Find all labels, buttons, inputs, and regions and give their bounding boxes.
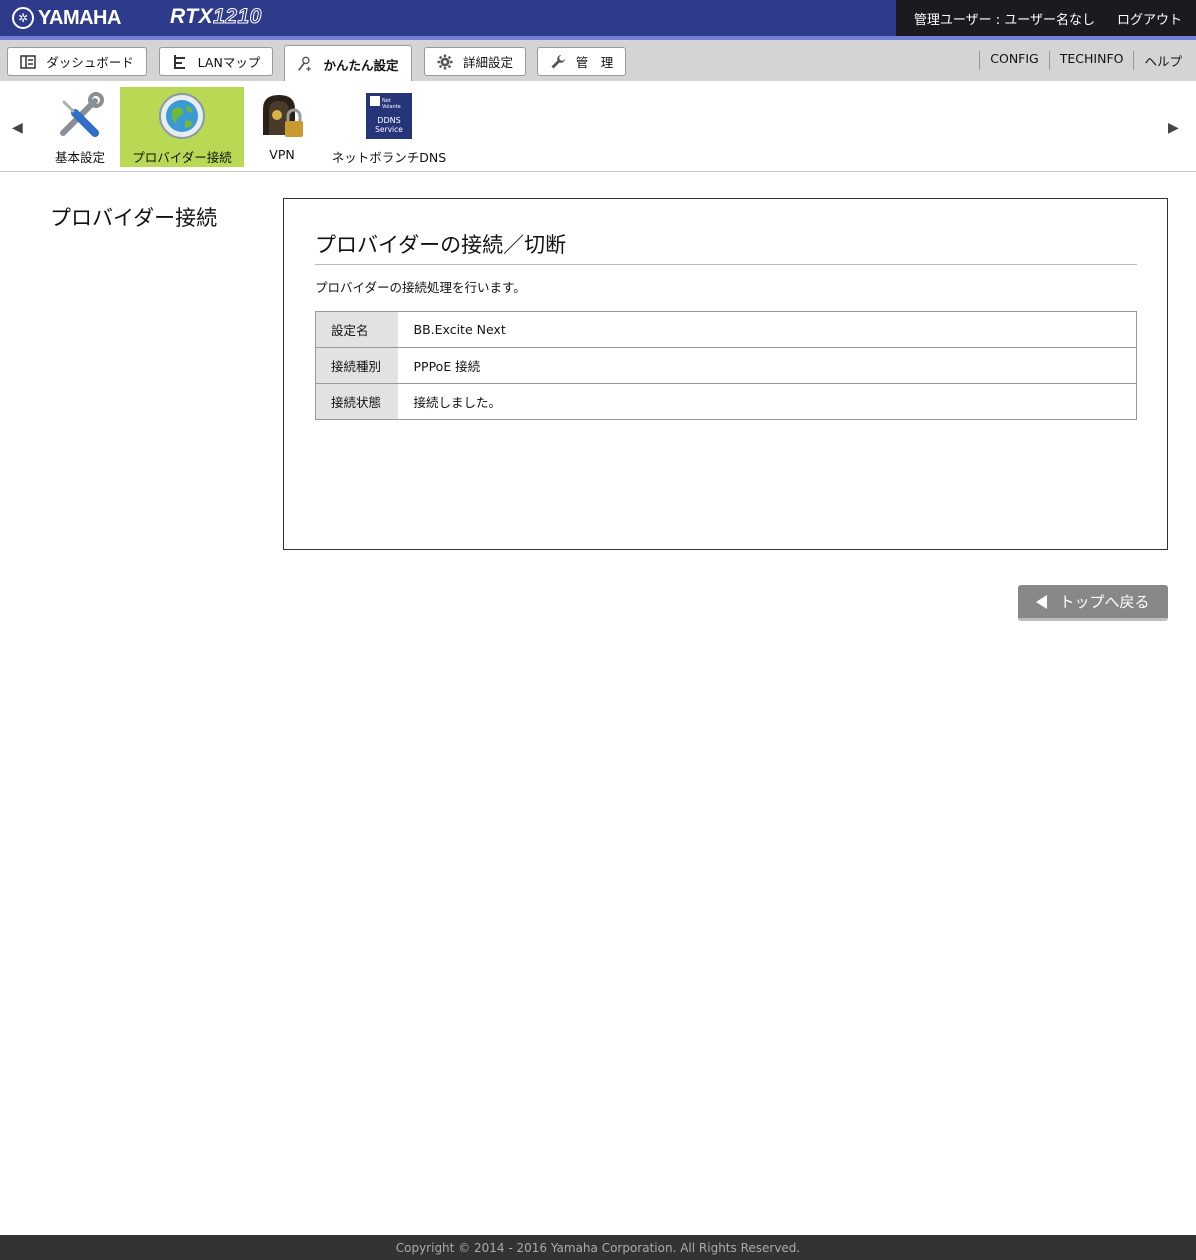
section-title: プロバイダー接続	[50, 206, 218, 230]
ddns-service-icon: Net Volante DDNS Service	[364, 91, 414, 141]
tab-label: LANマップ	[197, 55, 261, 70]
lan-map-icon	[172, 54, 188, 70]
utility-links: CONFIG TECHINFO ヘルプ	[979, 51, 1182, 70]
back-button-label: トップへ戻る	[1059, 593, 1150, 611]
tab-label: 詳細設定	[462, 55, 513, 70]
submenu-item-vpn[interactable]: VPN	[248, 87, 316, 167]
submenu-next-arrow[interactable]: ▶	[1168, 120, 1179, 136]
easy-setup-icon	[297, 56, 313, 72]
gear-icon	[437, 54, 453, 70]
back-arrow-icon	[1036, 594, 1048, 609]
model-number: 1210	[213, 5, 262, 29]
submenu-item-basic-settings[interactable]: 基本設定	[40, 87, 120, 167]
model-prefix: RTX	[170, 5, 214, 28]
submenu-item-provider-connection[interactable]: プロバイダー接続	[120, 87, 244, 167]
ddns-icon-ddns: DDNS	[377, 116, 400, 125]
yamaha-logo: ✲ YAMAHA	[12, 6, 121, 30]
row-value: PPPoE 接続	[397, 347, 1137, 384]
tab-label: 管 理	[575, 55, 614, 70]
title-divider	[315, 264, 1137, 265]
model-name: RTX1210	[170, 5, 262, 29]
tools-icon	[55, 91, 105, 141]
ddns-icon-volante: Volante	[382, 104, 401, 110]
connection-info-table: 設定名 BB.Excite Next 接続種別 PPPoE 接続 接続状態 接続…	[315, 311, 1137, 420]
tab-management[interactable]: 管 理	[537, 47, 626, 76]
submenu-item-netvolante-dns[interactable]: Net Volante DDNS Service ネットボランチDNS	[326, 87, 452, 167]
panel-description: プロバイダーの接続処理を行います。	[315, 280, 526, 295]
submenu-label: 基本設定	[54, 150, 105, 165]
tab-easy-setup[interactable]: かんたん設定	[284, 45, 412, 82]
table-row: 接続種別 PPPoE 接続	[315, 347, 1137, 384]
user-status: 管理ユーザー : ユーザー名なし	[913, 12, 1095, 28]
tab-label: かんたん設定	[323, 57, 399, 73]
dashboard-icon	[20, 54, 36, 70]
brand-name: YAMAHA	[38, 6, 121, 29]
easy-setup-submenu: ◀ 基本設定 プロバイダー接続 VPN Net Volante DDNS Ser…	[0, 81, 1196, 172]
table-row: 接続状態 接続しました。	[315, 383, 1137, 420]
panel-title: プロバイダーの接続／切断	[315, 233, 567, 257]
copyright-text: Copyright © 2014 - 2016 Yamaha Corporati…	[395, 1240, 801, 1255]
globe-icon	[157, 91, 207, 141]
yamaha-tuning-fork-icon: ✲	[12, 7, 34, 29]
back-to-top-button[interactable]: トップへ戻る	[1018, 585, 1168, 621]
tab-dashboard[interactable]: ダッシュボード	[7, 47, 147, 76]
help-link[interactable]: ヘルプ	[1133, 51, 1182, 70]
footer: Copyright © 2014 - 2016 Yamaha Corporati…	[0, 1235, 1196, 1260]
table-row: 設定名 BB.Excite Next	[315, 311, 1137, 348]
submenu-label: VPN	[269, 147, 295, 162]
tab-label: ダッシュボード	[46, 55, 134, 70]
vpn-lock-icon	[257, 91, 307, 141]
top-header-bar: ✲ YAMAHA RTX1210 管理ユーザー : ユーザー名なし ログアウト	[0, 0, 1196, 36]
submenu-label: ネットボランチDNS	[331, 150, 447, 165]
row-value: 接続しました。	[397, 383, 1137, 420]
user-box: 管理ユーザー : ユーザー名なし ログアウト	[896, 0, 1196, 36]
submenu-label: プロバイダー接続	[132, 150, 232, 165]
row-value: BB.Excite Next	[397, 311, 1137, 348]
row-key: 接続状態	[315, 383, 398, 420]
main-tab-strip: ダッシュボード LANマップ かんたん設定 詳細設定 管 理 CONFIG TE…	[0, 40, 1196, 82]
provider-connection-panel: プロバイダーの接続／切断 プロバイダーの接続処理を行います。 設定名 BB.Ex…	[283, 198, 1168, 550]
techinfo-link[interactable]: TECHINFO	[1048, 51, 1134, 70]
row-key: 接続種別	[315, 347, 398, 384]
submenu-prev-arrow[interactable]: ◀	[12, 120, 23, 136]
tab-advanced-settings[interactable]: 詳細設定	[424, 47, 526, 76]
tab-lan-map[interactable]: LANマップ	[159, 47, 273, 76]
config-link[interactable]: CONFIG	[979, 51, 1048, 70]
wrench-icon	[550, 54, 566, 70]
logout-link[interactable]: ログアウト	[1117, 9, 1182, 28]
ddns-icon-service: Service	[375, 125, 403, 134]
row-key: 設定名	[315, 311, 398, 348]
